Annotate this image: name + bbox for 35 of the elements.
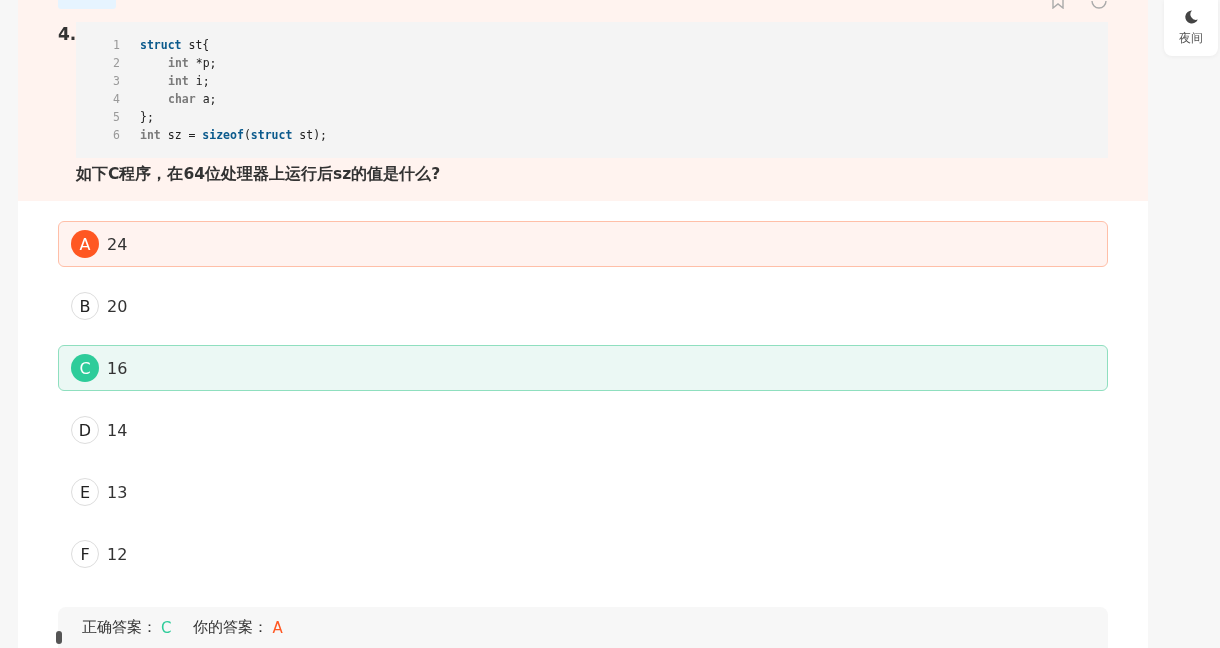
answer-option[interactable]: A 24 [58,221,1108,267]
question-number: 4. [58,23,76,46]
moon-icon [1184,9,1198,24]
line-number: 1 [112,38,121,52]
option-letter: C [71,354,99,382]
question-text: 如下C程序，在64位处理器上运行后sz的值是什么? [76,164,442,185]
option-letter: D [71,416,99,444]
option-text: 12 [107,544,128,564]
code-line: struct st{ [140,38,210,52]
answer-option[interactable]: C 16 [58,345,1108,391]
marker-icon [56,631,62,644]
option-text: 24 [107,234,128,254]
option-text: 14 [107,420,128,440]
line-number: 4 [112,92,121,106]
option-letter: E [71,478,99,506]
answer-label: 你的答案： [193,618,269,637]
option-text: 16 [107,358,128,378]
line-number: 2 [112,56,121,70]
code-line: }; [140,110,154,124]
option-text: 20 [107,296,128,316]
answer-label: 正确答案： [82,618,157,637]
line-number: 3 [112,74,121,88]
answer-value: C [161,618,172,637]
code-line: int i; [167,74,210,88]
code-line: int sz = sizeof(struct st); [140,128,327,142]
line-number: 6 [112,128,121,142]
code-line: char a; [167,92,217,106]
option-letter: B [71,292,99,320]
answer-value: A [272,618,283,637]
night-mode-button[interactable]: 夜间 [1164,0,1218,56]
option-letter: A [71,230,99,258]
line-number: 5 [112,110,121,124]
code-line: int *p; [167,56,217,70]
option-text: 13 [107,482,128,502]
option-letter: F [71,540,99,568]
